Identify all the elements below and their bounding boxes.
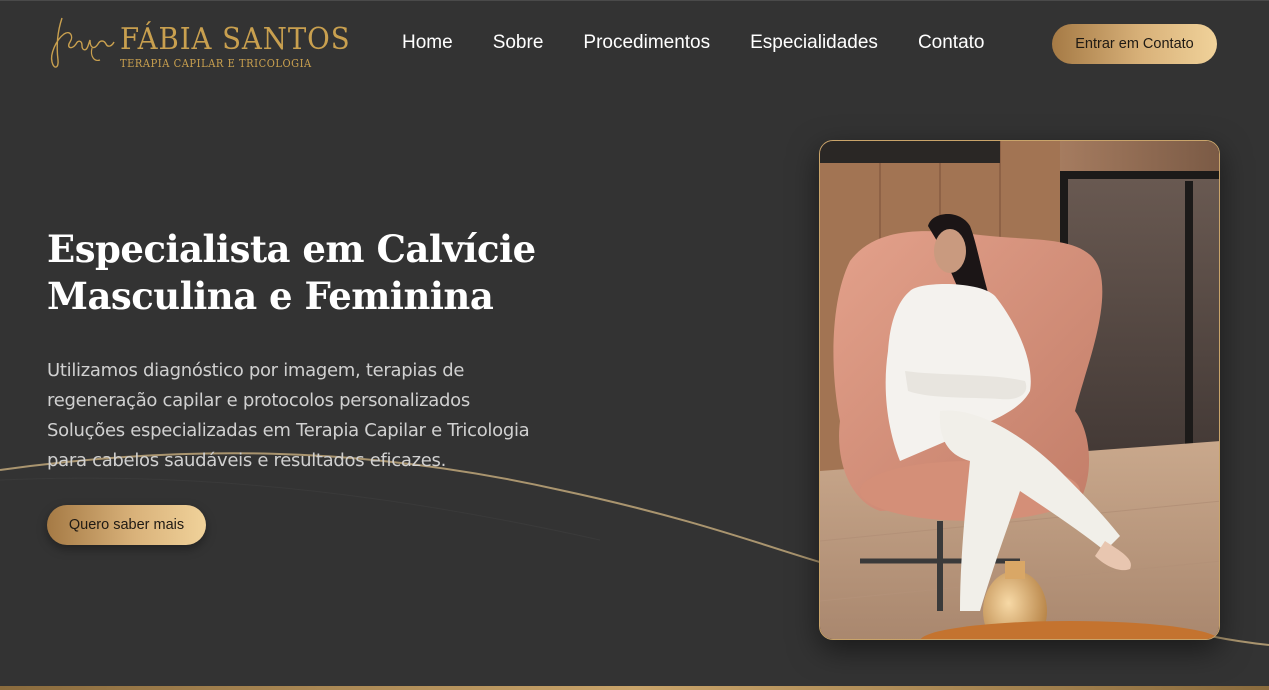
- contact-button[interactable]: Entrar em Contato: [1052, 24, 1217, 64]
- brand-tagline: TERAPIA CAPILAR E TRICOLOGIA: [120, 57, 312, 70]
- hero-description-line: Soluções especializadas em Terapia Capil…: [47, 420, 530, 441]
- main-nav: Home Sobre Procedimentos Especialidades …: [402, 32, 1024, 54]
- nav-sobre[interactable]: Sobre: [493, 32, 544, 54]
- hero-title: Especialista em Calvície Masculina e Fem…: [47, 226, 607, 320]
- specialist-photo-image: [820, 141, 1219, 639]
- learn-more-button[interactable]: Quero saber mais: [47, 505, 206, 545]
- hero-title-line-1: Especialista em Calvície: [47, 227, 536, 271]
- nav-home[interactable]: Home: [402, 32, 453, 54]
- hero-photo: [819, 140, 1220, 640]
- nav-procedimentos[interactable]: Procedimentos: [583, 32, 710, 54]
- hero-description-line: para cabelos saudáveis e resultados efic…: [47, 450, 446, 471]
- hero-description-line: regeneração capilar e protocolos persona…: [47, 390, 470, 411]
- site-header: FÁBIA SANTOS TERAPIA CAPILAR E TRICOLOGI…: [0, 0, 1269, 90]
- signature-logo-icon: [50, 17, 115, 68]
- bottom-divider: [0, 686, 1269, 690]
- logo-text: FÁBIA SANTOS TERAPIA CAPILAR E TRICOLOGI…: [120, 22, 371, 71]
- nav-especialidades[interactable]: Especialidades: [750, 32, 878, 54]
- brand-name: FÁBIA SANTOS: [120, 22, 351, 57]
- hero-description: Utilizamos diagnóstico por imagem, terap…: [47, 356, 647, 476]
- nav-contato[interactable]: Contato: [918, 32, 985, 54]
- hero-title-line-2: Masculina e Feminina: [47, 274, 494, 318]
- page: FÁBIA SANTOS TERAPIA CAPILAR E TRICOLOGI…: [0, 0, 1269, 690]
- logo[interactable]: FÁBIA SANTOS TERAPIA CAPILAR E TRICOLOGI…: [48, 10, 350, 76]
- hero-description-line: Utilizamos diagnóstico por imagem, terap…: [47, 360, 465, 381]
